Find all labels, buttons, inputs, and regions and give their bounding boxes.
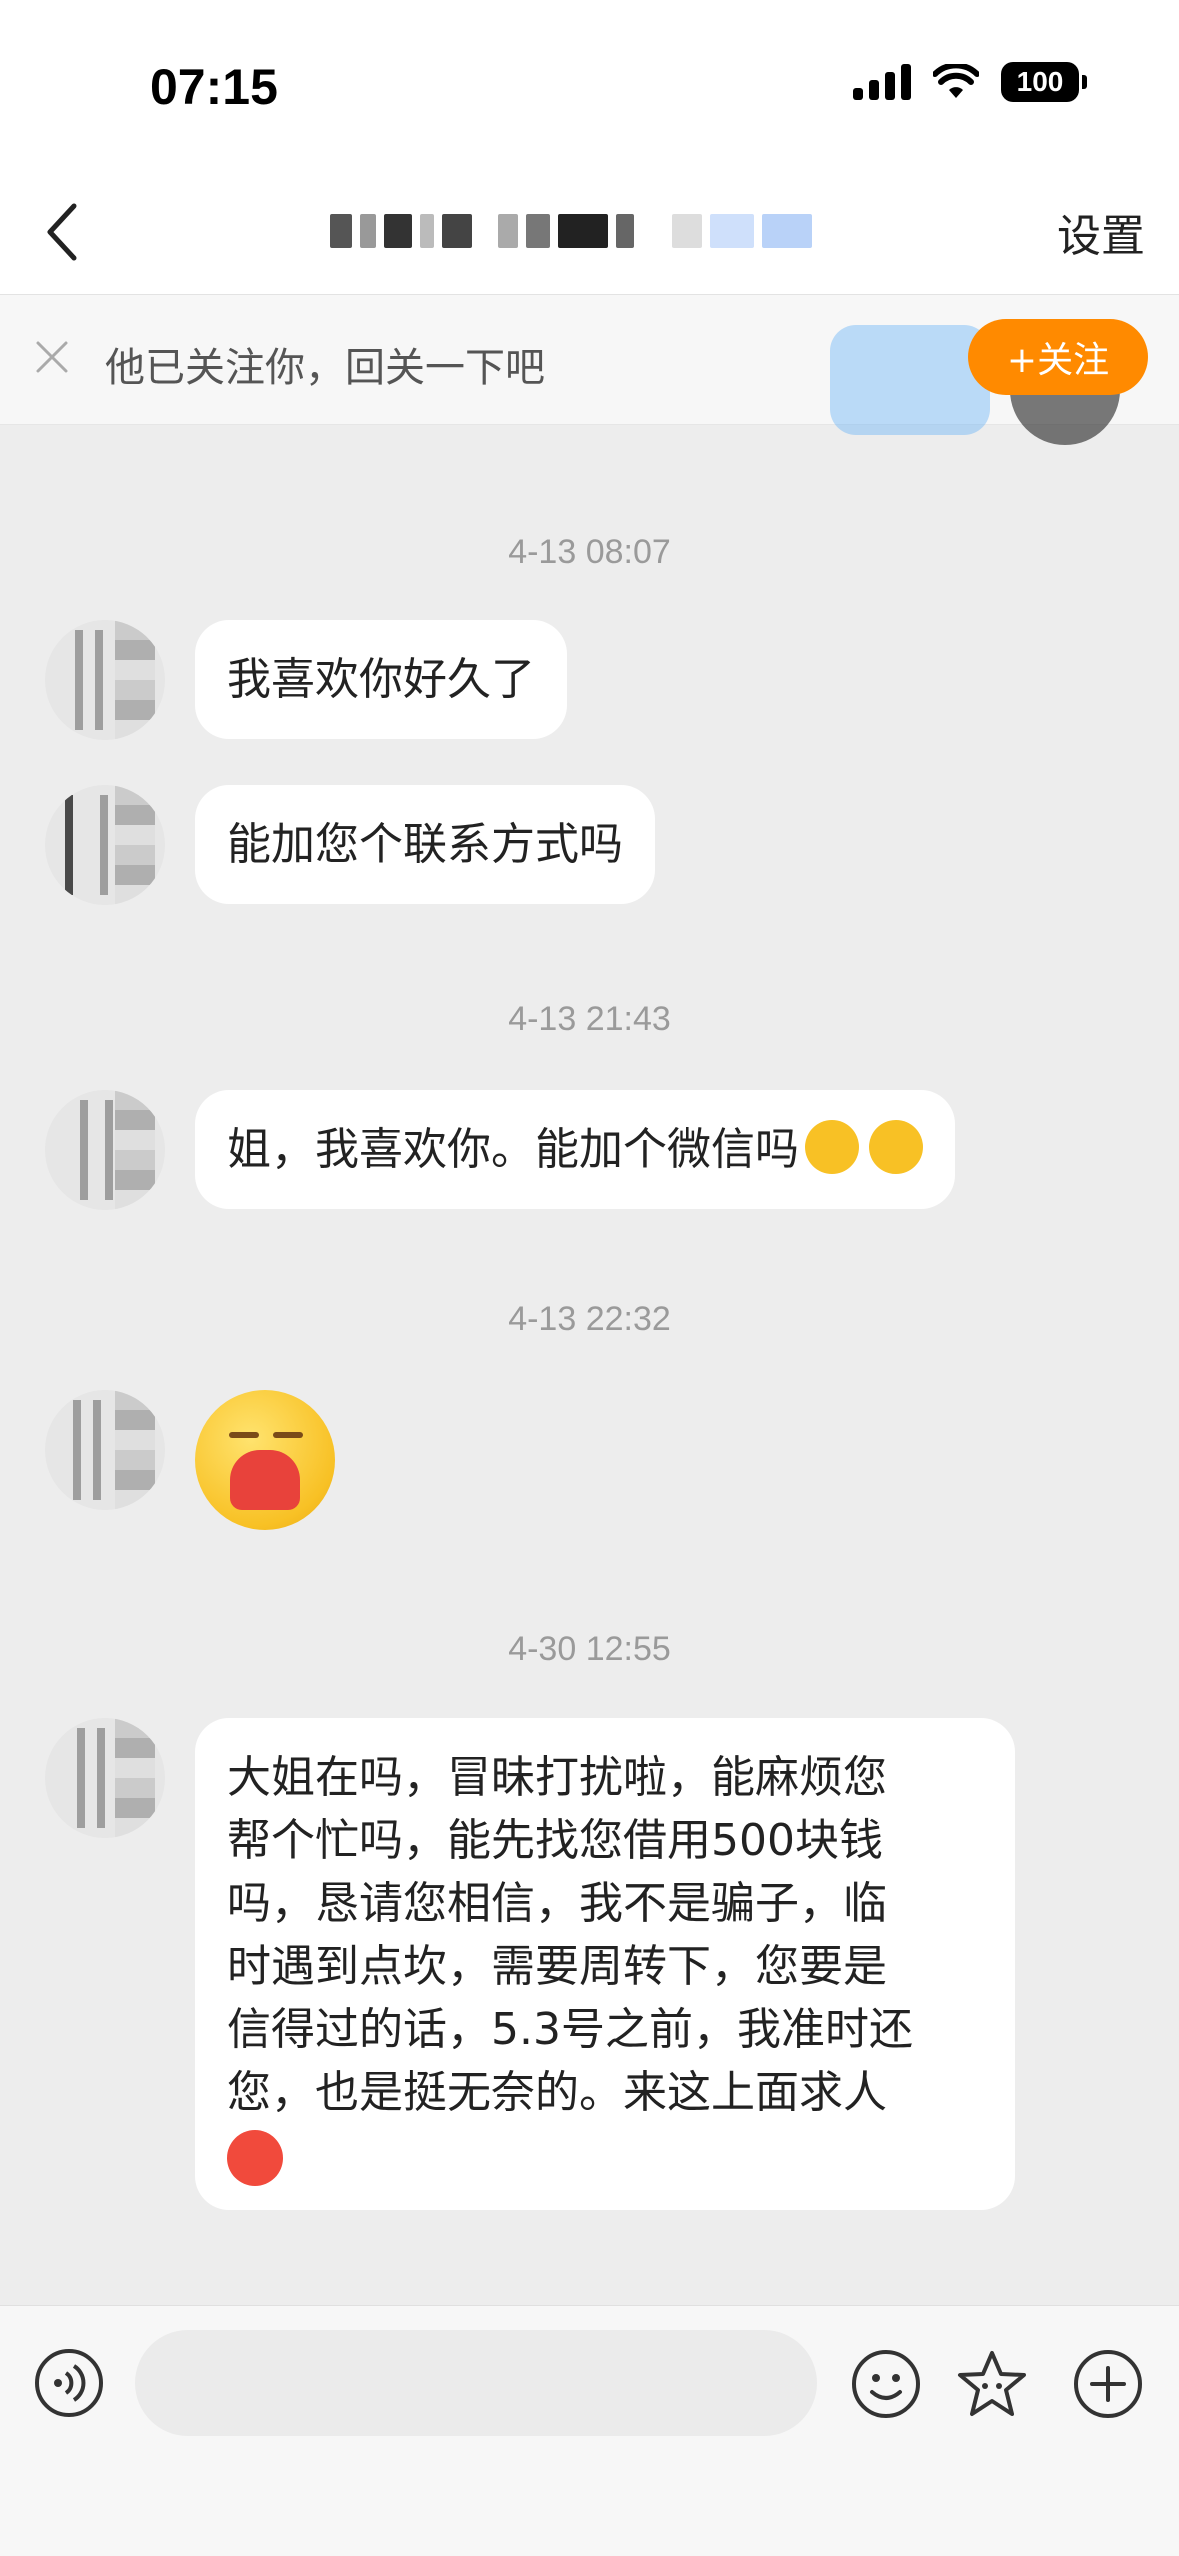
banner-text: 他已关注你，回关一下吧 — [105, 345, 545, 391]
hugging-heart-emoji-icon — [805, 1120, 859, 1174]
follow-button[interactable]: +关注 — [968, 319, 1148, 395]
contact-name-pixelated — [330, 206, 830, 256]
hugging-heart-emoji-icon[interactable] — [195, 1390, 335, 1530]
back-icon[interactable] — [30, 192, 110, 272]
avatar[interactable] — [45, 1090, 165, 1210]
settings-button[interactable]: 设置 — [1057, 200, 1145, 264]
message-line: 时遇到点坎，需要周转下，您要是 — [227, 1941, 887, 1992]
message-row: 姐，我喜欢你。能加个微信吗 — [45, 1090, 955, 1210]
avatar[interactable] — [45, 785, 165, 905]
message-line: 帮个忙吗，能先找您借用500块钱 — [227, 1815, 883, 1866]
chat-area[interactable]: 4-13 08:07 我喜欢你好久了 能加您个联系方式吗 4-13 21:43 … — [0, 425, 1179, 2305]
avatar[interactable] — [45, 1718, 165, 1838]
message-bubble[interactable]: 大姐在吗，冒昧打扰啦，能麻烦您 帮个忙吗，能先找您借用500块钱 吗，恳请您相信… — [195, 1718, 1015, 2210]
battery-icon: 100 — [1001, 62, 1087, 102]
message-row: 大姐在吗，冒昧打扰啦，能麻烦您 帮个忙吗，能先找您借用500块钱 吗，恳请您相信… — [45, 1718, 1015, 2210]
faded-overlay-chip — [830, 325, 990, 435]
emoji-icon[interactable] — [850, 2348, 922, 2420]
timestamp: 4-13 08:07 — [508, 533, 671, 571]
message-bubble[interactable]: 能加您个联系方式吗 — [195, 785, 655, 904]
cellular-signal-icon — [853, 64, 911, 100]
message-line: 大姐在吗，冒昧打扰啦，能麻烦您 — [227, 1752, 887, 1803]
message-line: 您，也是挺无奈的。来这上面求人 — [227, 2067, 887, 2118]
follow-back-banner: 他已关注你，回关一下吧 +关注 — [0, 295, 1179, 445]
timestamp: 4-30 12:55 — [508, 1630, 671, 1668]
status-bar: 07:15 100 — [0, 0, 1179, 170]
sticker-icon[interactable] — [956, 2348, 1028, 2420]
avatar[interactable] — [45, 620, 165, 740]
close-icon[interactable] — [30, 335, 74, 379]
message-row — [45, 1390, 335, 1530]
input-bar — [0, 2305, 1179, 2556]
message-bubble[interactable]: 姐，我喜欢你。能加个微信吗 — [195, 1090, 955, 1209]
message-line: 信得过的话，5.3号之前，我准时还 — [227, 2004, 913, 2055]
wifi-icon — [933, 64, 979, 98]
message-row: 能加您个联系方式吗 — [45, 785, 655, 905]
angry-face-emoji-icon — [227, 2130, 283, 2186]
message-bubble[interactable]: 我喜欢你好久了 — [195, 620, 567, 739]
message-text: 姐，我喜欢你。能加个微信吗 — [227, 1124, 799, 1175]
message-input[interactable] — [135, 2330, 817, 2436]
avatar[interactable] — [45, 1390, 165, 1510]
timestamp: 4-13 21:43 — [508, 1000, 671, 1038]
message-row: 我喜欢你好久了 — [45, 620, 567, 740]
status-icons: 100 — [853, 62, 1087, 102]
timestamp: 4-13 22:32 — [508, 1300, 671, 1338]
nav-bar: 设置 — [0, 170, 1179, 295]
status-time: 07:15 — [150, 59, 278, 115]
voice-input-icon[interactable] — [34, 2348, 104, 2418]
hugging-heart-emoji-icon — [869, 1120, 923, 1174]
message-line: 吗，恳请您相信，我不是骗子，临 — [227, 1878, 887, 1929]
add-icon[interactable] — [1072, 2348, 1144, 2420]
